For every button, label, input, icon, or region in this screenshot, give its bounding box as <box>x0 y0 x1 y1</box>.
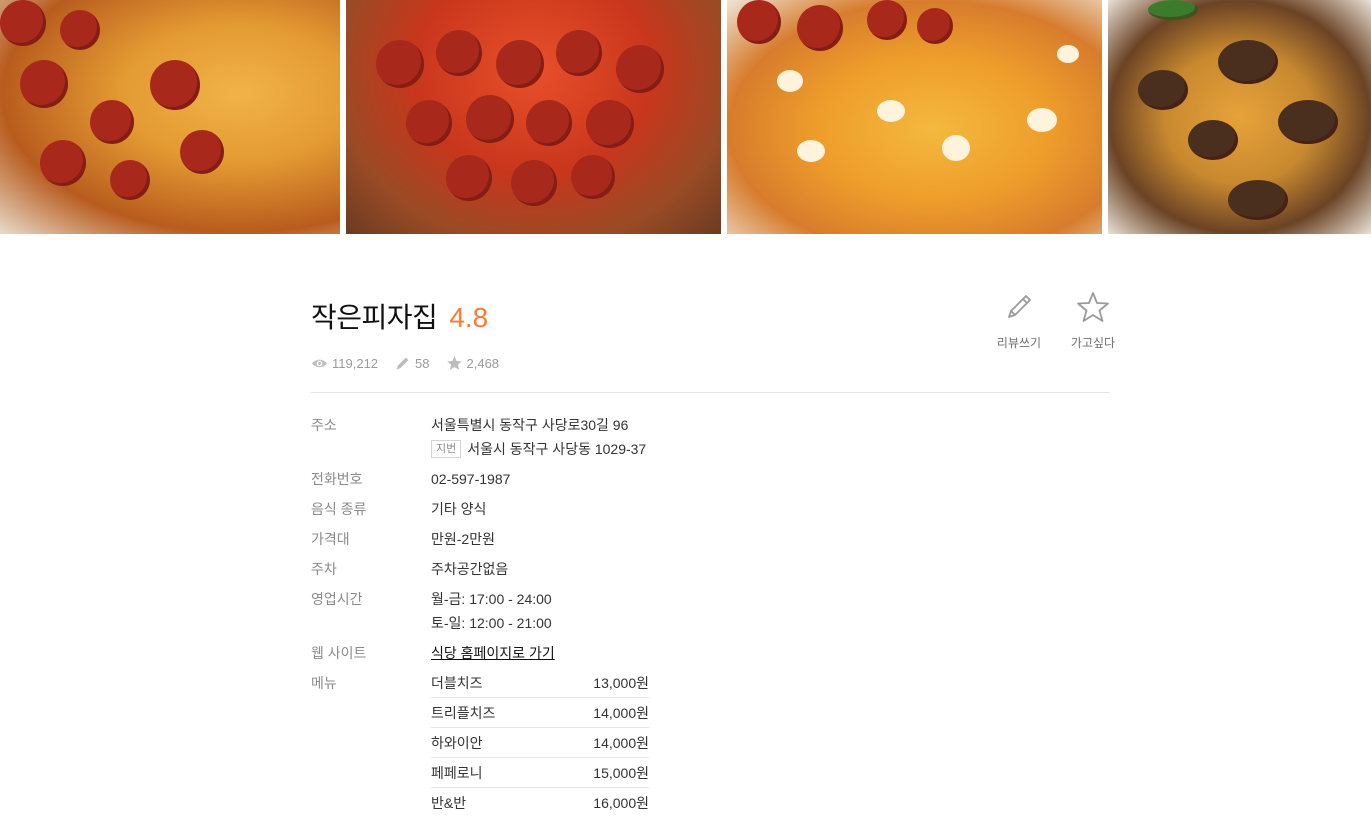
restaurant-header: 작은피자집 4.8 <box>311 296 488 336</box>
reviews-stat: 58 <box>394 355 430 372</box>
views-count: 119,212 <box>332 356 379 371</box>
menu-item: 반&반 16,000원 <box>431 793 649 817</box>
jibun-tag: 지번 <box>431 440 462 458</box>
want-to-go-button[interactable]: 가고싶다 <box>1064 289 1122 351</box>
menu-item: 더블치즈 13,000원 <box>431 673 649 698</box>
pencil-icon <box>396 357 409 370</box>
action-buttons: 리뷰쓰기 가고싶다 <box>990 289 1122 351</box>
menu-item-name: 페페로니 <box>431 765 483 781</box>
menu-item-price: 16,000원 <box>593 795 649 811</box>
wishlist-count: 2,468 <box>466 356 500 371</box>
website-link[interactable]: 식당 홈페이지로 가기 <box>431 643 555 663</box>
wishlist-stat: 2,468 <box>446 355 500 372</box>
views-stat: 119,212 <box>311 355 378 372</box>
menu-item-price: 15,000원 <box>593 765 649 781</box>
menu-row: 메뉴 더블치즈 13,000원 트리플치즈 14,000원 하와이안 14,00… <box>311 673 1110 822</box>
address-value: 서울특별시 동작구 사당로30길 96 <box>431 417 629 433</box>
phone-value: 02-597-1987 <box>431 471 511 487</box>
menu-item-price: 14,000원 <box>593 735 649 751</box>
menu-item: 하와이안 14,000원 <box>431 733 649 758</box>
price-range-label: 가격대 <box>311 531 350 547</box>
menu-list: 더블치즈 13,000원 트리플치즈 14,000원 하와이안 14,000원 … <box>431 673 649 822</box>
write-review-button[interactable]: 리뷰쓰기 <box>990 289 1048 351</box>
star-outline-icon <box>1077 292 1109 322</box>
pizza-photo-4[interactable] <box>1108 0 1371 234</box>
menu-item-price: 14,000원 <box>593 705 649 721</box>
phone-label: 전화번호 <box>311 471 363 487</box>
menu-item-name: 더블치즈 <box>431 675 483 691</box>
hours-label: 영업시간 <box>311 591 363 607</box>
parking-label: 주차 <box>311 561 337 577</box>
pizza-photo-2[interactable] <box>346 0 721 234</box>
website-row: 웹 사이트 식당 홈페이지로 가기 <box>311 643 1110 663</box>
menu-item-name: 하와이안 <box>431 735 483 751</box>
restaurant-rating: 4.8 <box>449 302 489 333</box>
header-divider <box>311 392 1110 393</box>
menu-label: 메뉴 <box>311 675 337 691</box>
price-range-row: 가격대 만원-2만원 <box>311 529 1110 549</box>
menu-item-name: 트리플치즈 <box>431 705 496 721</box>
hours-row: 영업시간 월-금: 17:00 - 24:00 토-일: 12:00 - 21:… <box>311 589 1110 633</box>
phone-row: 전화번호 02-597-1987 <box>311 469 1110 489</box>
eye-icon <box>311 359 328 368</box>
menu-item-name: 반&반 <box>431 795 467 811</box>
menu-item: 트리플치즈 14,000원 <box>431 703 649 728</box>
food-type-row: 음식 종류 기타 양식 <box>311 499 1110 519</box>
write-review-label: 리뷰쓰기 <box>996 336 1042 350</box>
edit-pencil-icon <box>1008 295 1031 318</box>
food-type-label: 음식 종류 <box>311 501 367 517</box>
jibun-address: 서울시 동작구 사당동 1029-37 <box>467 441 647 457</box>
menu-item-price: 13,000원 <box>593 675 649 691</box>
want-to-go-label: 가고싶다 <box>1070 336 1116 350</box>
hours-weekend: 토-일: 12:00 - 21:00 <box>431 615 552 631</box>
photo-strip <box>0 0 1371 234</box>
restaurant-info: 주소 서울특별시 동작구 사당로30길 96 지번 서울시 동작구 사당동 10… <box>311 415 1110 832</box>
address-row: 주소 서울특별시 동작구 사당로30길 96 지번 서울시 동작구 사당동 10… <box>311 415 1110 459</box>
restaurant-name: 작은피자집 <box>311 302 438 333</box>
website-label: 웹 사이트 <box>311 645 367 661</box>
pizza-photo-1[interactable] <box>0 0 340 234</box>
restaurant-stats: 119,212 58 2,468 <box>311 355 515 372</box>
star-icon <box>446 356 462 370</box>
food-type-value: 기타 양식 <box>431 501 487 517</box>
pizza-photo-3[interactable] <box>727 0 1102 234</box>
parking-value: 주차공간없음 <box>431 561 509 577</box>
hours-weekday: 월-금: 17:00 - 24:00 <box>431 591 552 607</box>
reviews-count: 58 <box>415 356 430 371</box>
price-range-value: 만원-2만원 <box>431 531 495 547</box>
menu-item: 페페로니 15,000원 <box>431 763 649 788</box>
parking-row: 주차 주차공간없음 <box>311 559 1110 579</box>
address-label: 주소 <box>311 417 337 433</box>
